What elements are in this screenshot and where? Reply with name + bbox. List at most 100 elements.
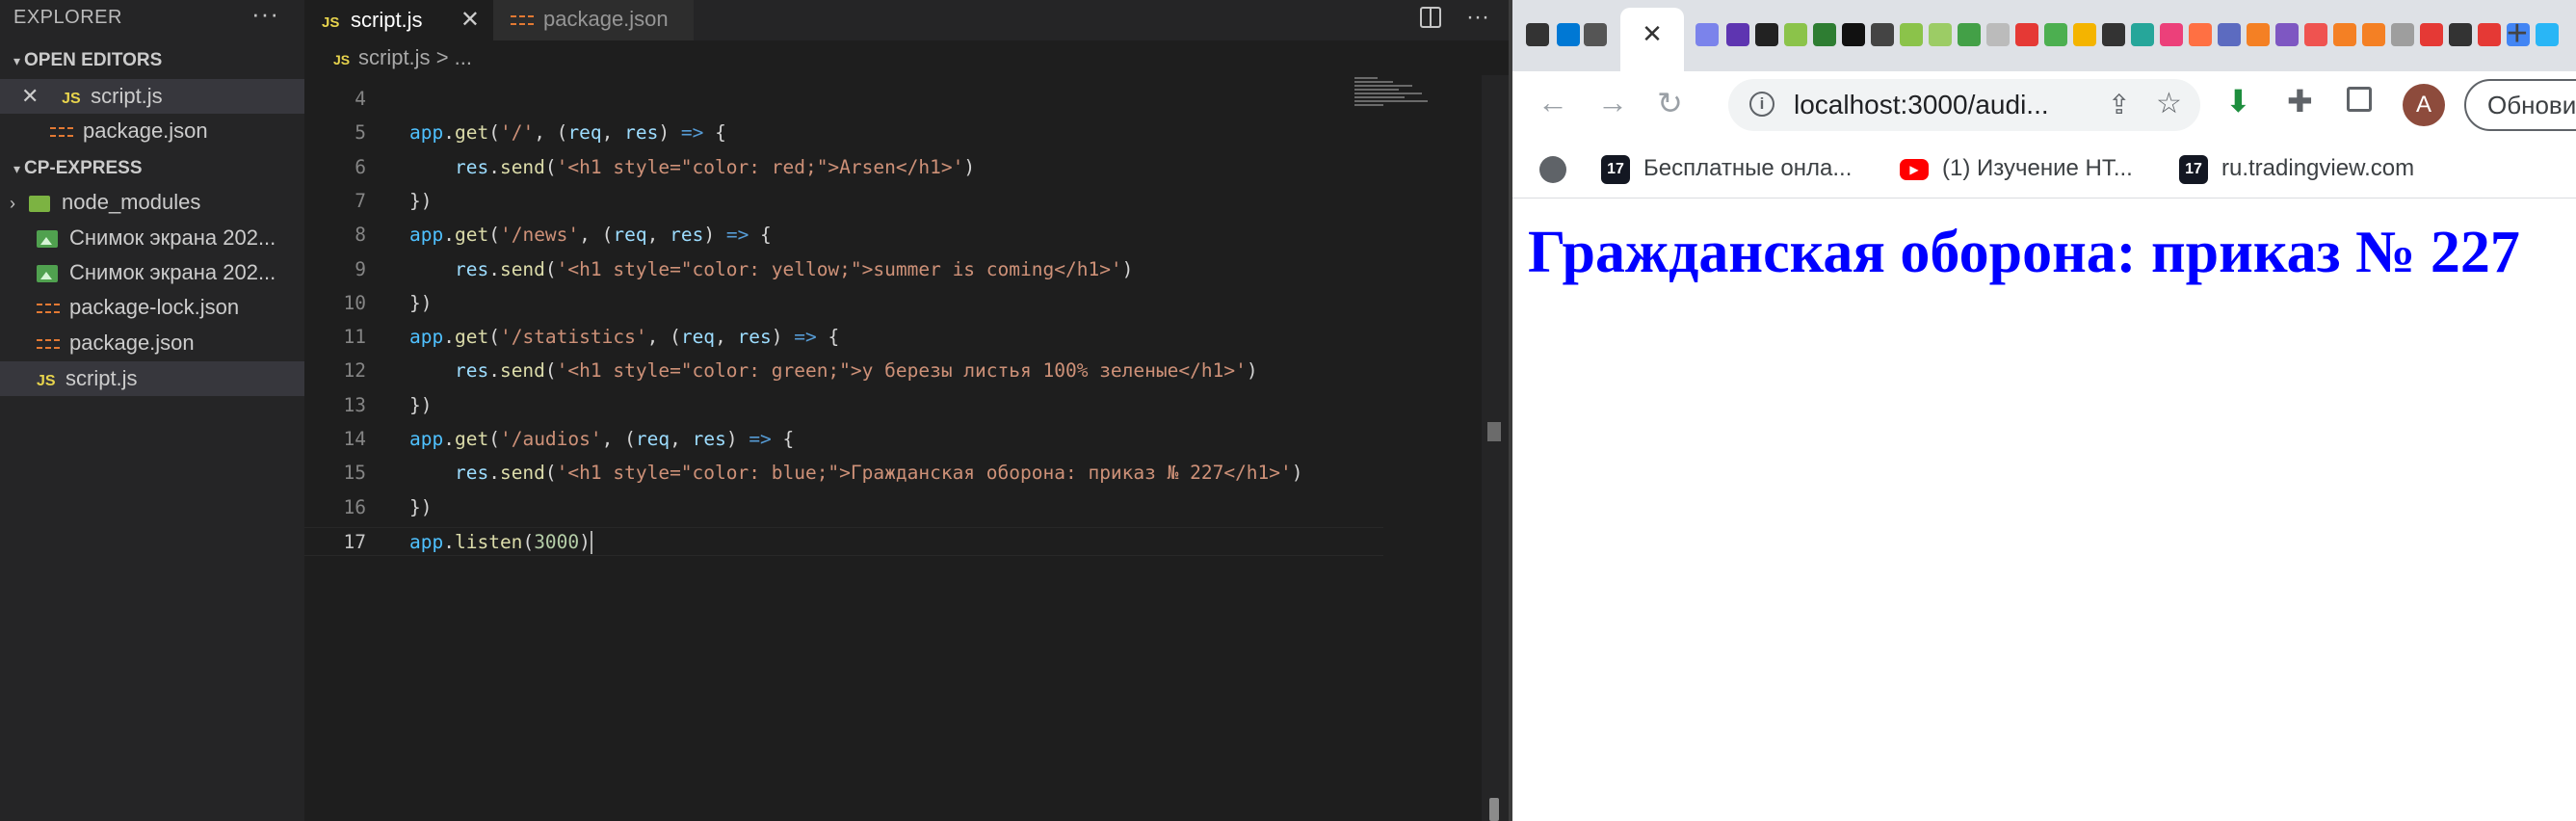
tab-favicon-icon[interactable] [2275, 23, 2299, 46]
code-line[interactable]: 13}) [304, 391, 1383, 420]
tab-package-json[interactable]: package.json [493, 0, 694, 40]
tab-favicon-icon[interactable] [1813, 23, 1836, 46]
tree-item-package-lock-json[interactable]: package-lock.json [0, 290, 304, 325]
tree-item-node-modules[interactable]: › node_modules [0, 185, 304, 220]
code-line[interactable]: 10}) [304, 289, 1383, 318]
bookmark-item[interactable]: 17 Бесплатные онла... [1601, 139, 1852, 199]
code-line[interactable]: 8 app.get('/news', (req, res) => { [304, 221, 1383, 250]
tab-favicon-icon[interactable] [2247, 23, 2270, 46]
code-line[interactable]: 15 res.send('<h1 style="color: blue;">Гр… [304, 459, 1383, 488]
extensions-puzzle-icon[interactable]: ✚ [2287, 83, 2313, 119]
scroll-thumb[interactable] [1487, 422, 1501, 441]
split-editor-icon[interactable] [1420, 7, 1442, 28]
tree-item-script-js[interactable]: JS script.js [0, 361, 304, 396]
globe-icon[interactable] [1539, 139, 1580, 199]
scroll-thumb-bottom[interactable] [1489, 798, 1499, 821]
code-line[interactable]: 6 res.send('<h1 style="color: red;">Arse… [304, 153, 1383, 182]
update-button[interactable]: Обнови [2464, 79, 2576, 131]
js-file-icon: JS [37, 373, 56, 389]
forward-arrow-icon[interactable]: → [1597, 85, 1628, 120]
tab-favicon-icon[interactable] [2391, 23, 2414, 46]
close-icon[interactable]: ✕ [460, 1, 480, 40]
breadcrumb-file[interactable]: script.js [358, 45, 431, 69]
tree-item-screenshot-1[interactable]: Снимок экрана 202... [0, 221, 304, 255]
tab-favicon-icon[interactable] [1695, 23, 1719, 46]
bookmark-item[interactable]: ▶ (1) Изучение НТ... [1900, 139, 2133, 199]
tab-favicon-icon[interactable] [2073, 23, 2096, 46]
tree-item-package-json[interactable]: package.json [0, 326, 304, 360]
address-bar[interactable]: i localhost:3000/audi... ⇪ ☆ [1728, 79, 2200, 131]
close-icon[interactable]: ✕ [21, 79, 42, 114]
explorer-more-icon[interactable]: ··· [251, 0, 279, 27]
url-text[interactable]: localhost:3000/audi... [1794, 79, 2049, 131]
code-line[interactable]: 4 [304, 85, 1383, 114]
code-line[interactable]: 9 res.send('<h1 style="color: yellow;">s… [304, 255, 1383, 284]
browser-active-tab[interactable]: ✕ [1620, 8, 1684, 71]
download-icon[interactable]: ⬇ [2225, 83, 2251, 119]
vscode-window: EXPLORER ··· ▾ OPEN EDITORS ✕ JS script.js… [0, 0, 1509, 821]
share-icon[interactable]: ⇪ [2108, 89, 2130, 120]
code-line[interactable]: 7}) [304, 187, 1383, 216]
bookmark-item[interactable]: 17 ru.tradingview.com [2179, 139, 2414, 199]
tab-script-js[interactable]: JS script.js ✕ [304, 0, 493, 40]
bookmark-label: ru.tradingview.com [2221, 155, 2415, 181]
json-file-icon [37, 304, 60, 314]
open-editor-label: package.json [83, 119, 208, 143]
tab-favicon-icon[interactable] [2160, 23, 2183, 46]
code-line[interactable]: 16}) [304, 493, 1383, 522]
tab-favicon-icon[interactable] [2102, 23, 2125, 46]
code-line[interactable]: 5 app.get('/', (req, res) => { [304, 119, 1383, 147]
explorer-sidebar: EXPLORER ··· ▾ OPEN EDITORS ✕ JS script.js… [0, 0, 304, 821]
minimap[interactable] [1354, 75, 1441, 114]
tab-favicon-icon[interactable] [2218, 23, 2241, 46]
tab-favicon-icon[interactable] [2478, 23, 2501, 46]
tab-favicon-icon[interactable] [2131, 23, 2154, 46]
tab-favicon-icon[interactable] [1557, 23, 1580, 46]
code-line[interactable]: 14 app.get('/audios', (req, res) => { [304, 425, 1383, 454]
code-line[interactable]: 17 app.listen(3000) [304, 526, 1383, 556]
avatar[interactable]: A [2403, 84, 2445, 126]
tab-label: script.js [351, 8, 423, 32]
breadcrumb-rest[interactable]: ... [455, 45, 472, 69]
tab-favicon-icon[interactable] [2362, 23, 2385, 46]
tab-favicon-icon[interactable] [2333, 23, 2356, 46]
code-line[interactable]: 11 app.get('/statistics', (req, res) => { [304, 323, 1383, 352]
back-arrow-icon[interactable]: ← [1538, 85, 1568, 120]
open-editor-package-json[interactable]: package.json [0, 114, 304, 148]
browser-tabstrip: ✕ + [1512, 0, 2576, 71]
tab-favicon-icon[interactable] [1986, 23, 2010, 46]
tab-favicon-icon[interactable] [1958, 23, 1981, 46]
open-editor-script-js[interactable]: ✕ JS script.js [0, 79, 304, 114]
tab-favicon-icon[interactable] [1584, 23, 1607, 46]
editor-scrollbar[interactable] [1482, 75, 1509, 821]
new-tab-button[interactable]: + [2507, 13, 2528, 55]
tab-favicon-icon[interactable] [1526, 23, 1549, 46]
tab-favicon-icon[interactable] [1726, 23, 1749, 46]
tab-favicon-icon[interactable] [1929, 23, 1952, 46]
more-actions-icon[interactable]: ··· [1466, 4, 1489, 30]
tab-favicon-icon[interactable] [2044, 23, 2067, 46]
close-icon[interactable]: ✕ [1620, 19, 1684, 49]
tab-favicon-icon[interactable] [2536, 23, 2559, 46]
code-line[interactable]: 12 res.send('<h1 style="color: green;">у… [304, 357, 1383, 385]
tab-favicon-icon[interactable] [2189, 23, 2212, 46]
tree-item-screenshot-2[interactable]: Снимок экрана 202... [0, 255, 304, 290]
tab-favicon-icon[interactable] [1842, 23, 1865, 46]
code-text: app.get('/statistics', (req, res) => { [409, 326, 840, 349]
tab-favicon-icon[interactable] [1900, 23, 1923, 46]
bookmark-star-icon[interactable]: ☆ [2156, 87, 2182, 120]
open-editors-header[interactable]: ▾ OPEN EDITORS [0, 44, 304, 77]
line-number: 13 [343, 393, 366, 416]
tab-favicon-icon[interactable] [2304, 23, 2327, 46]
side-panel-icon[interactable] [2347, 87, 2372, 112]
reload-icon[interactable]: ↻ [1657, 85, 1683, 121]
site-info-icon[interactable]: i [1749, 92, 1774, 117]
tab-favicon-icon[interactable] [2015, 23, 2038, 46]
tab-favicon-icon[interactable] [1755, 23, 1778, 46]
tab-favicon-icon[interactable] [1784, 23, 1807, 46]
code-text: res.send('<h1 style="color: green;">у бе… [454, 359, 1258, 383]
project-header[interactable]: ▾ CP-EXPRESS [0, 152, 304, 185]
tab-favicon-icon[interactable] [1871, 23, 1894, 46]
tab-favicon-icon[interactable] [2449, 23, 2472, 46]
tab-favicon-icon[interactable] [2420, 23, 2443, 46]
